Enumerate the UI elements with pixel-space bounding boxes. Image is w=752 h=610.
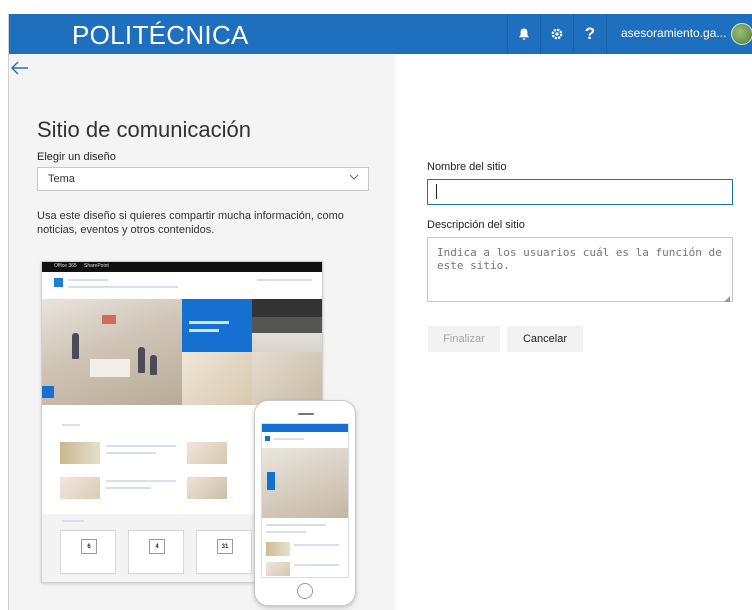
preview-thumbnail — [266, 542, 290, 556]
preview-line — [106, 480, 176, 482]
preview-line — [106, 452, 156, 454]
preview-thumbnail — [187, 442, 227, 464]
preview-line — [266, 524, 326, 526]
preview-person — [252, 299, 322, 317]
preview-event-card: 4 — [128, 530, 184, 574]
preview-line — [294, 544, 339, 546]
cancel-button[interactable]: Cancelar — [507, 326, 583, 352]
app-frame: POLITÉCNICA ? asesoramiento.ga... Sitio … — [8, 14, 752, 610]
brand-logo[interactable]: POLITÉCNICA — [72, 20, 249, 51]
preview-event-card: 31 — [196, 530, 252, 574]
preview-blue-tag — [267, 472, 275, 490]
preview-thumbnail — [60, 477, 100, 499]
preview-person — [262, 464, 348, 478]
preview-red-sign — [102, 315, 116, 324]
calendar-icon: 4 — [149, 539, 165, 554]
preview-line — [257, 279, 312, 281]
design-select-value: Tema — [48, 173, 75, 185]
preview-person — [150, 355, 157, 375]
preview-phone — [254, 400, 356, 606]
preview-person — [262, 448, 348, 464]
chevron-down-icon — [349, 172, 359, 183]
preview-bar-app: Office 365 — [54, 263, 77, 269]
preview-person — [72, 333, 79, 359]
site-name-label: Nombre del sitio — [427, 161, 507, 173]
preview-tile-line — [189, 329, 219, 332]
preview-line — [68, 286, 178, 288]
top-bar: POLITÉCNICA ? asesoramiento.ga... — [9, 14, 752, 54]
calendar-icon: 31 — [217, 539, 233, 554]
preview-news-tile — [182, 299, 252, 352]
preview-hero-photo — [42, 299, 182, 405]
bell-icon[interactable] — [508, 14, 540, 54]
phone-hero-photo — [262, 448, 348, 518]
preview-photo — [182, 352, 252, 405]
preview-person — [252, 317, 322, 333]
text-cursor — [436, 184, 437, 199]
preview-table — [90, 359, 130, 377]
preview-line — [68, 279, 108, 281]
user-name[interactable]: asesoramiento.ga... — [621, 26, 726, 40]
design-select[interactable]: Tema — [37, 167, 369, 191]
preview-tile-line — [189, 321, 229, 324]
left-panel: Sitio de comunicación Elegir un diseño T… — [9, 54, 395, 610]
phone-screen — [261, 423, 349, 578]
preview-photo — [252, 299, 322, 352]
avatar[interactable] — [731, 23, 752, 45]
preview-bar-product: SharePoint — [84, 263, 109, 269]
preview-line — [106, 487, 151, 489]
phone-speaker — [298, 413, 314, 415]
preview-line — [106, 445, 176, 447]
separator — [606, 14, 607, 54]
preview-line — [62, 520, 84, 522]
preview-blue-tag — [42, 386, 54, 398]
preview-line — [294, 564, 339, 566]
resize-grip-icon[interactable]: ◢ — [724, 294, 730, 303]
arrow-left-icon[interactable] — [11, 58, 29, 81]
preview-thumbnail — [187, 477, 227, 499]
preview-line — [266, 531, 306, 533]
preview-person — [138, 347, 145, 373]
design-description: Usa este diseño si quieres compartir muc… — [37, 210, 344, 236]
design-label: Elegir un diseño — [37, 151, 116, 163]
site-description-label: Descripción del sitio — [427, 219, 525, 231]
preview-thumbnail — [266, 562, 290, 576]
preview-photo — [252, 352, 322, 405]
preview-line — [62, 424, 80, 426]
preview-event-card: 6 — [60, 530, 116, 574]
help-icon[interactable]: ? — [574, 14, 606, 54]
preview-site-logo — [54, 278, 63, 287]
site-description-input[interactable] — [427, 237, 733, 302]
preview-thumbnail — [60, 442, 100, 464]
phone-logo — [265, 436, 270, 441]
calendar-icon: 6 — [81, 539, 97, 554]
gear-icon[interactable] — [541, 14, 573, 54]
phone-status-bar — [262, 424, 348, 432]
preview-suite-bar: Office 365 SharePoint — [42, 262, 322, 272]
page-title: Sitio de comunicación — [37, 117, 252, 142]
phone-home-button — [297, 583, 313, 599]
preview-line — [274, 438, 304, 440]
finish-button[interactable]: Finalizar — [428, 326, 500, 352]
site-name-input[interactable] — [427, 179, 733, 205]
